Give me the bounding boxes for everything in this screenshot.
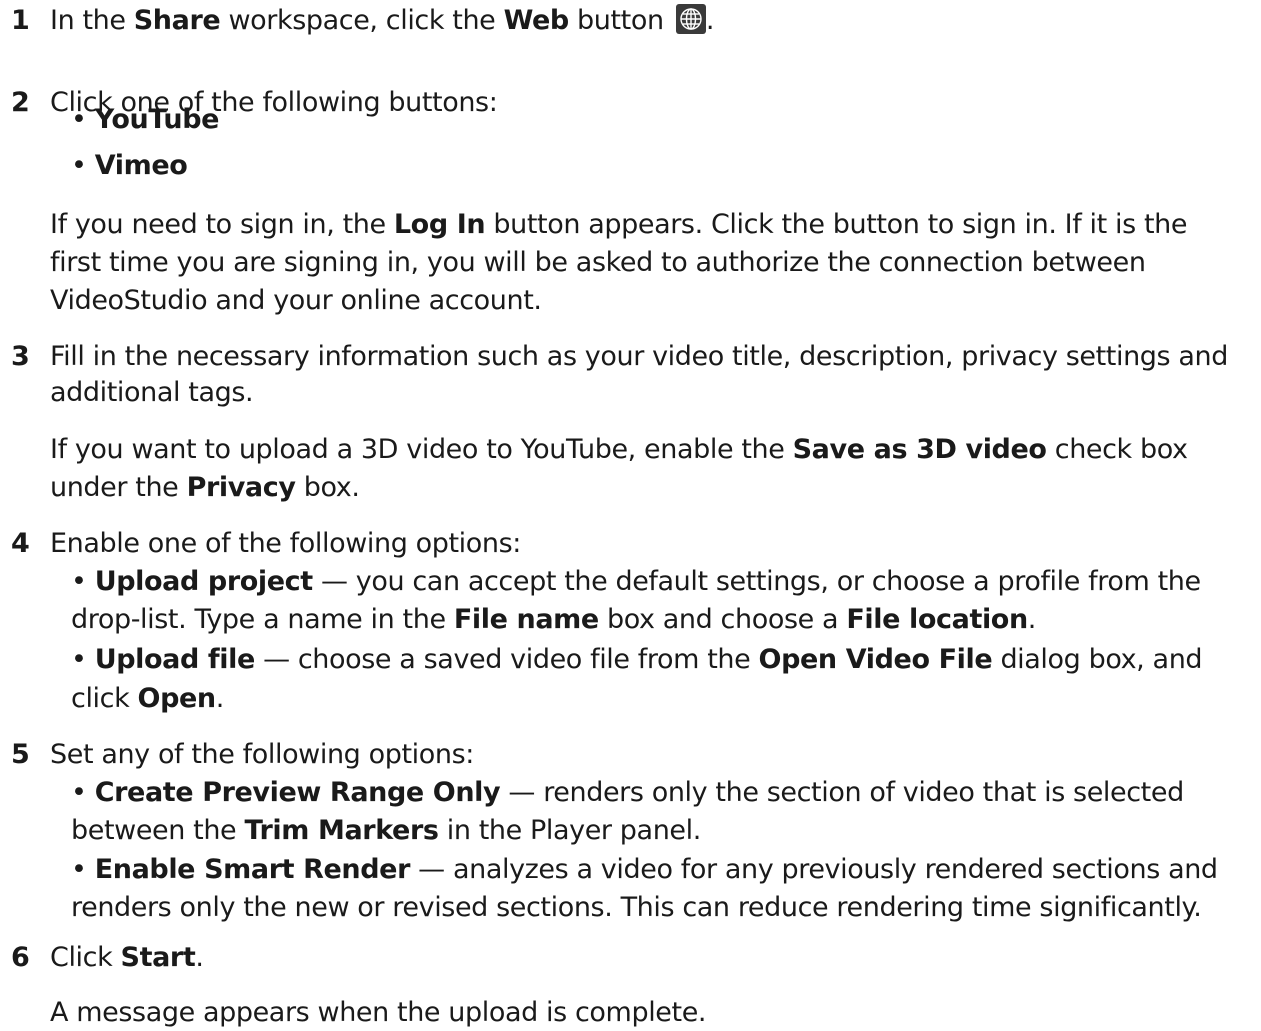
bold-term: Save as 3D video: [792, 434, 1047, 465]
text-segment: VideoStudio and your online account.: [50, 285, 542, 316]
bold-term: Log In: [393, 209, 486, 240]
bold-term: Trim Markers: [244, 815, 439, 846]
text-segment: If you need to sign in, the: [50, 209, 394, 240]
line-text: • Enable Smart Render — analyzes a video…: [71, 852, 1218, 888]
text-segment: — renders only the section of video that…: [500, 777, 1184, 808]
bold-term: Open Video File: [758, 644, 993, 675]
text-segment: Click: [50, 942, 121, 973]
text-segment: If you want to upload a 3D video to YouT…: [50, 434, 793, 465]
line-text: If you want to upload a 3D video to YouT…: [50, 432, 1188, 468]
text-segment: •: [71, 644, 95, 675]
text-segment: — analyzes a video for any previously re…: [410, 854, 1218, 885]
bold-term: Upload project: [94, 566, 313, 597]
text-segment: drop-list. Type a name in the: [71, 604, 454, 635]
text-segment: in the Player panel.: [438, 815, 702, 846]
line-text: Fill in the necessary information such a…: [50, 339, 1228, 375]
globe-icon: [675, 4, 706, 34]
bold-term: Vimeo: [94, 150, 188, 181]
text-segment: dialog box, and: [992, 644, 1203, 675]
line-text: between the Trim Markers in the Player p…: [71, 813, 701, 849]
line-text: click Open.: [71, 681, 224, 717]
bold-term: Upload file: [94, 644, 256, 675]
line-text: drop-list. Type a name in the File name …: [71, 602, 1036, 638]
text-segment: additional tags.: [50, 377, 254, 408]
line-text: • Create Preview Range Only — renders on…: [71, 775, 1184, 811]
text-segment: Set any of the following options:: [50, 739, 474, 770]
line-text: • Vimeo: [71, 148, 188, 184]
line-text: Set any of the following options:: [50, 737, 474, 773]
line-text: A message appears when the upload is com…: [50, 995, 706, 1031]
text-segment: In the: [50, 5, 134, 36]
line-text: • YouTube: [71, 102, 219, 138]
line-text: Click Start.: [50, 940, 204, 976]
bold-term: Open: [137, 683, 217, 714]
line-text: • Upload project — you can accept the de…: [71, 564, 1201, 600]
text-segment: box and choose a: [598, 604, 847, 635]
text-segment: .: [1027, 604, 1037, 635]
text-segment: — choose a saved video file from the: [254, 644, 759, 675]
text-segment: Fill in the necessary information such a…: [50, 341, 1228, 372]
line-text: • Upload file — choose a saved video fil…: [71, 642, 1203, 678]
step-number: 3: [11, 341, 30, 372]
text-segment: •: [71, 854, 95, 885]
line-text: additional tags.: [50, 375, 254, 411]
line-text: If you need to sign in, the Log In butto…: [50, 207, 1187, 243]
text-segment: •: [71, 566, 95, 597]
text-segment: box.: [295, 472, 360, 503]
text-segment: •: [71, 104, 95, 135]
step-number: 1: [11, 5, 30, 36]
line-text: VideoStudio and your online account.: [50, 283, 542, 319]
text-segment: button appears. Click the button to sign…: [485, 209, 1188, 240]
text-segment: button: [568, 5, 672, 36]
text-segment: check box: [1046, 434, 1188, 465]
text-segment: A message appears when the upload is com…: [50, 997, 707, 1028]
line-text: In the Share workspace, click the Web bu…: [50, 3, 714, 39]
bold-term: Web: [503, 5, 570, 36]
bold-term: File name: [453, 604, 599, 635]
text-segment: .: [215, 683, 225, 714]
line-text: under the Privacy box.: [50, 470, 360, 506]
text-segment: workspace, click the: [220, 5, 504, 36]
bold-term: Privacy: [186, 472, 296, 503]
line-text: Enable one of the following options:: [50, 526, 521, 562]
text-segment: between the: [71, 815, 245, 846]
step-number: 6: [11, 942, 30, 973]
line-text: first time you are signing in, you will …: [50, 245, 1146, 281]
bold-term: Create Preview Range Only: [94, 777, 501, 808]
text-segment: — you can accept the default settings, o…: [312, 566, 1201, 597]
text-segment: .: [705, 5, 715, 36]
bold-term: YouTube: [94, 104, 220, 135]
text-segment: .: [195, 942, 204, 973]
line-text: renders only the new or revised sections…: [71, 890, 1202, 926]
text-segment: •: [71, 150, 95, 181]
bold-term: File location: [846, 604, 1028, 635]
text-segment: renders only the new or revised sections…: [71, 892, 1202, 923]
step-number: 2: [11, 87, 30, 118]
text-segment: first time you are signing in, you will …: [50, 247, 1146, 278]
bold-term: Start: [120, 942, 196, 973]
step-number: 5: [11, 739, 30, 770]
text-segment: under the: [50, 472, 187, 503]
text-segment: •: [71, 777, 95, 808]
text-segment: Enable one of the following options:: [50, 528, 521, 559]
text-segment: click: [71, 683, 138, 714]
bold-term: Enable Smart Render: [94, 854, 411, 885]
bold-term: Share: [133, 5, 221, 36]
step-number: 4: [11, 528, 30, 559]
